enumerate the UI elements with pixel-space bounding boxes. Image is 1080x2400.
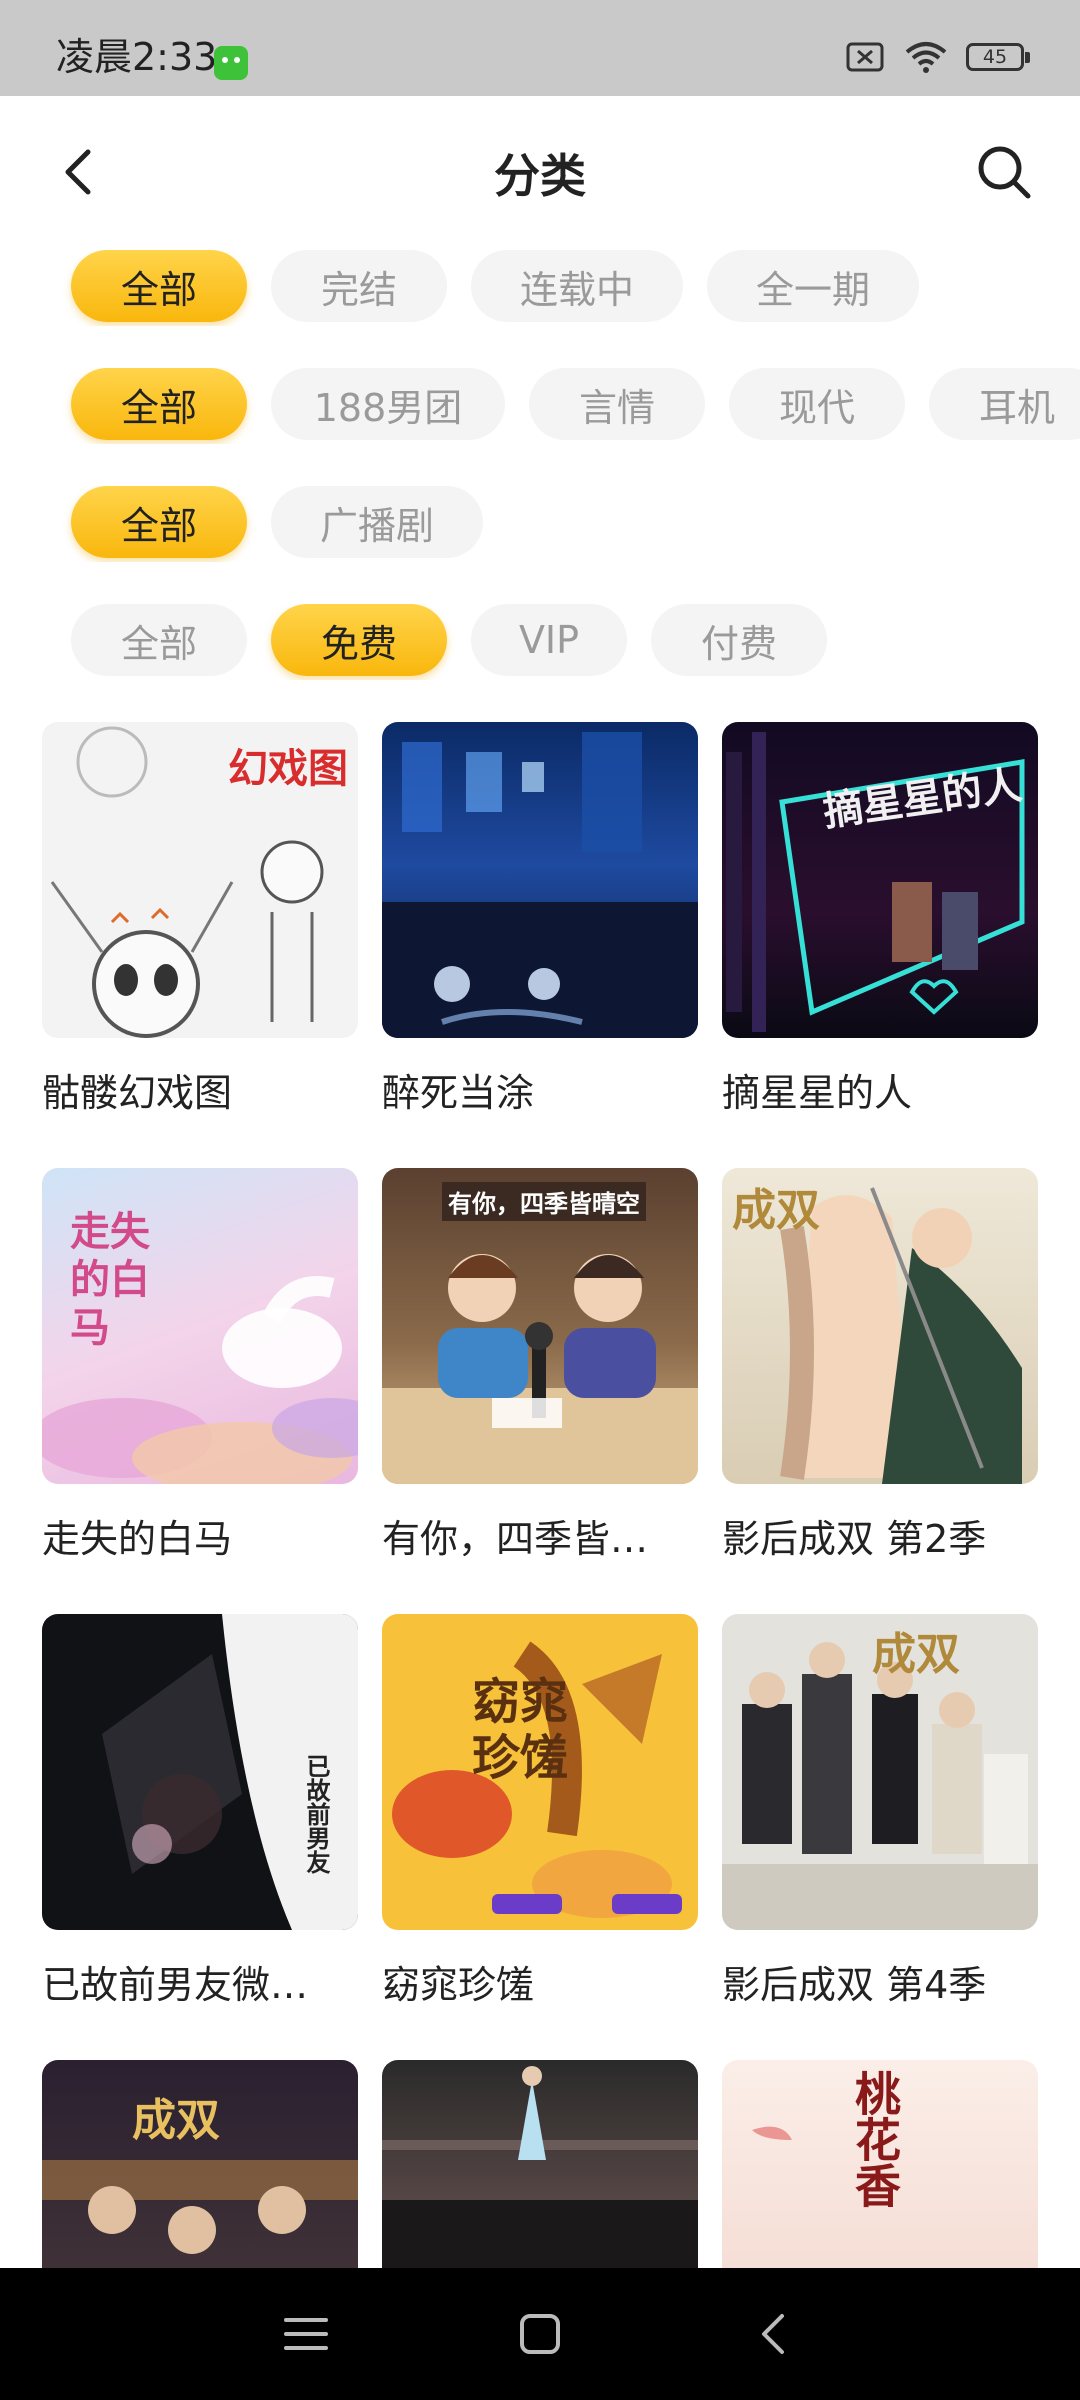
header: 分类 [0,96,1080,248]
drama-title: 窈窕珍馐 [382,1963,535,2007]
drama-cover: 幻戏图 [42,722,358,1038]
drama-cover: 成双 [42,2060,358,2268]
drama-card[interactable]: 醉死当涂 [382,722,698,1117]
drama-grid: 幻戏图 骷髅幻戏图 醉死当涂 摘星星的人 摘星星的人 走失的白马 走失的白马 有… [42,722,1042,2268]
status-time: 凌晨2:33 [56,35,218,79]
drama-card[interactable]: 成双 影后成双 第4季 [722,1614,1038,2009]
system-nav-bar [0,2268,1080,2400]
filter-genre-188[interactable]: 188男团 [271,368,505,440]
filter-genre-all[interactable]: 全部 [71,368,247,440]
sim-off-icon [846,41,886,73]
drama-card[interactable]: 窈窕珍馐 窈窕珍馐 [382,1614,698,2009]
home-icon[interactable] [510,2304,570,2364]
drama-card[interactable]: 走失的白马 走失的白马 [42,1168,358,1563]
drama-cover [382,2060,698,2268]
drama-cover [382,722,698,1038]
filter-genre-modern[interactable]: 现代 [729,368,905,440]
genre-filter-row: 全部 188男团 言情 现代 耳机 [0,368,1080,444]
app-notification-icon [214,46,248,80]
status-bar: 凌晨2:33 45 [0,0,1080,96]
drama-title: 骷髅幻戏图 [42,1071,233,1115]
drama-cover: 走失的白马 [42,1168,358,1484]
drama-card[interactable]: 摘星星的人 摘星星的人 [722,722,1038,1117]
status-filter-row: 全部 完结 连载中 全一期 [0,250,1080,326]
drama-cover: 摘星星的人 [722,722,1038,1038]
drama-title: 摘星星的人 [722,1071,913,1115]
cover-text: 走失的白马 [70,1208,150,1351]
cover-text: 成双 [732,1185,820,1236]
status-icons: 45 [846,40,1030,74]
drama-title: 影后成双 第4季 [722,1963,987,2007]
drama-cover: 有你，四季皆晴空 [382,1168,698,1484]
drama-cover: 成双 [722,1614,1038,1930]
filter-status-all[interactable]: 全部 [71,250,247,322]
drama-cover: 窈窕珍馐 [382,1614,698,1930]
drama-card[interactable]: 已故前男友 已故前男友微… [42,1614,358,2009]
drama-card[interactable]: 有你，四季皆晴空 有你，四季皆… [382,1168,698,1563]
drama-title: 已故前男友微… [42,1963,309,2007]
filter-type-all[interactable]: 全部 [71,486,247,558]
drama-cover: 成双 [722,1168,1038,1484]
drama-card[interactable]: 幻戏图 骷髅幻戏图 [42,722,358,1117]
cover-text: 成双 [132,2095,220,2146]
cover-text: 已故前男友 [302,1754,331,1874]
drama-title: 影后成双 第2季 [722,1517,987,1561]
back-icon[interactable] [744,2304,804,2364]
menu-icon[interactable] [276,2304,336,2364]
drama-title: 醉死当涂 [382,1071,535,1115]
battery-icon: 45 [966,43,1030,71]
drama-card[interactable]: 桃花香 [722,2060,1038,2268]
drama-cover: 桃花香 [722,2060,1038,2268]
filter-status-ongoing[interactable]: 连载中 [471,250,683,322]
type-filter-row: 全部 广播剧 [0,486,1080,562]
filter-price-free[interactable]: 免费 [271,604,447,676]
cover-text: 成双 [872,1629,960,1680]
drama-title: 有你，四季皆… [382,1517,649,1561]
filter-type-radio-drama[interactable]: 广播剧 [271,486,483,558]
drama-card[interactable]: 成双 影后成双 第2季 [722,1168,1038,1563]
filter-price-all[interactable]: 全部 [71,604,247,676]
filter-genre-romance[interactable]: 言情 [529,368,705,440]
filter-status-finished[interactable]: 完结 [271,250,447,322]
drama-card[interactable]: 成双 [42,2060,358,2268]
cover-text: 有你，四季皆晴空 [442,1182,646,1221]
cover-text: 桃花香 [848,2070,902,2208]
search-icon[interactable] [974,142,1034,202]
page-title: 分类 [494,149,586,203]
filter-status-single[interactable]: 全一期 [707,250,919,322]
drama-card[interactable] [382,2060,698,2268]
price-filter-row: 全部 免费 VIP 付费 [0,604,1080,680]
cover-text: 窈窕珍馐 [472,1674,569,1786]
filter-price-paid[interactable]: 付费 [651,604,827,676]
cover-text: 幻戏图 [228,745,348,792]
drama-title: 走失的白马 [42,1517,233,1561]
drama-cover: 已故前男友 [42,1614,358,1930]
wifi-icon [904,40,948,74]
filter-price-vip[interactable]: VIP [471,604,627,676]
filter-genre-earphone[interactable]: 耳机 [929,368,1080,440]
